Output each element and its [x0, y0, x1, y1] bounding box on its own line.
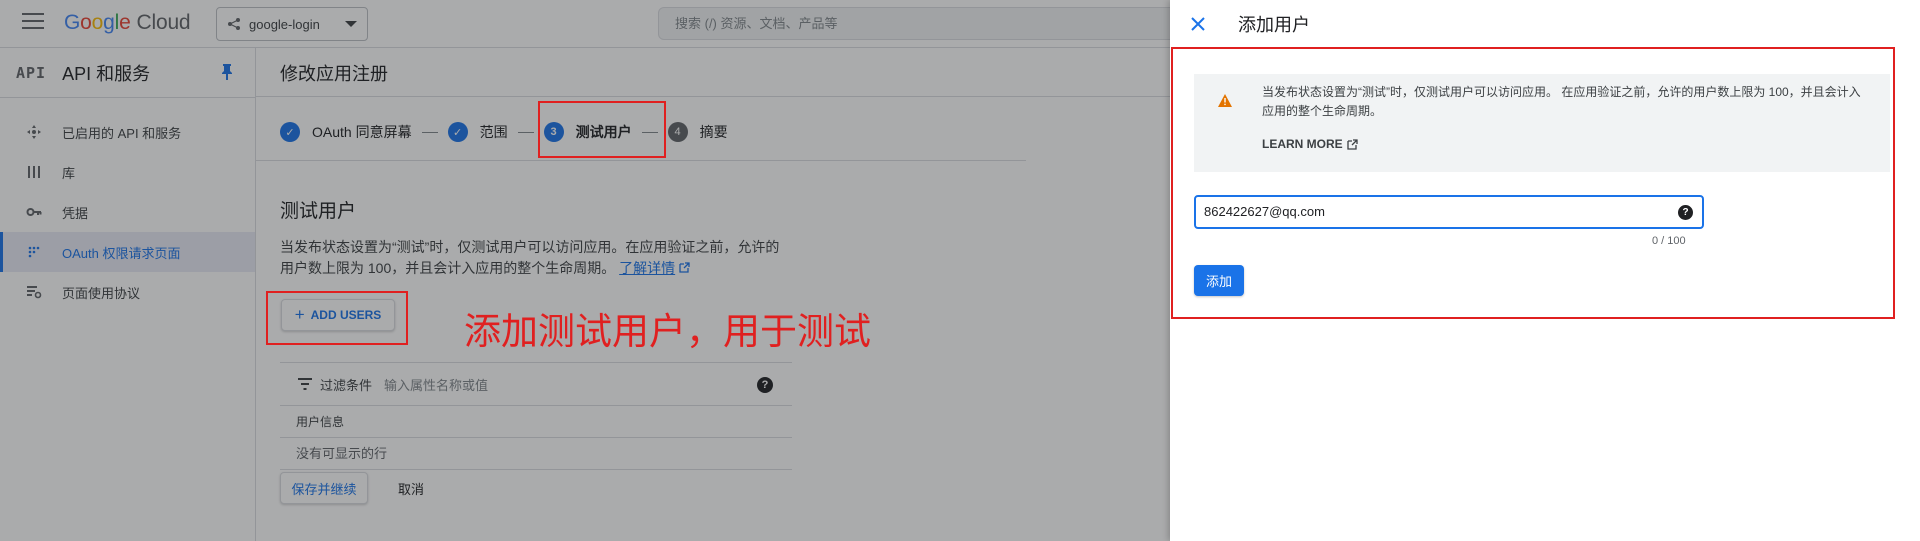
step-label: 测试用户 — [575, 124, 632, 140]
step-label: 范围 — [479, 124, 508, 140]
page-usage-icon — [26, 284, 42, 300]
step-number: 4 — [667, 122, 688, 142]
search-input[interactable]: 搜索 (/) 资源、文档、产品等 — [658, 7, 1198, 40]
main-content: 修改应用注册 ✓ OAuth 同意屏幕 ✓ 范围 3 测试用户 4 摘要 测试用… — [256, 48, 1170, 541]
divider — [256, 96, 1170, 97]
add-users-panel: 添加用户 当发布状态设置为“测试”时，仅测试用户可以访问应用。 在应用验证之前，… — [1170, 0, 1920, 541]
warning-text: 当发布状态设置为“测试”时，仅测试用户可以访问应用。 在应用验证之前，允许的用户… — [1262, 85, 1861, 118]
stepper: ✓ OAuth 同意屏幕 ✓ 范围 3 测试用户 4 摘要 — [280, 116, 728, 148]
check-icon: ✓ — [447, 122, 468, 142]
learn-more-label: LEARN MORE — [1262, 137, 1343, 151]
add-users-button[interactable]: + ADD USERS — [281, 299, 395, 331]
warning-banner: 当发布状态设置为“测试”时，仅测试用户可以访问应用。 在应用验证之前，允许的用户… — [1194, 74, 1890, 172]
filter-input[interactable]: 输入属性名称或值 — [384, 375, 488, 394]
filter-label: 过滤条件 — [320, 377, 373, 393]
sidebar-item-library[interactable]: 库 — [0, 152, 255, 192]
external-link-icon — [679, 262, 690, 273]
sidebar-item-label: 页面使用协议 — [62, 285, 141, 301]
description-text: 当发布状态设置为“测试”时，仅测试用户可以访问应用。在应用验证之前，允许的用户数… — [280, 239, 780, 276]
key-icon — [26, 204, 42, 220]
step-separator — [517, 131, 534, 133]
learn-more-link[interactable]: 了解详情 — [619, 260, 675, 276]
external-link-icon — [1347, 138, 1358, 150]
logo-google-text: Google — [64, 11, 131, 34]
pin-icon[interactable] — [221, 64, 233, 80]
step-test-users[interactable]: 3 测试用户 — [543, 122, 632, 142]
google-cloud-logo[interactable]: Google Cloud — [64, 11, 191, 35]
annotation-text: 添加测试用户，用于测试 — [464, 310, 871, 353]
sidebar: API API 和服务 已启用的 API 和服务 库 凭据 OAuth 权限请求… — [0, 48, 256, 541]
oauth-consent-icon — [26, 244, 42, 260]
close-button[interactable] — [1174, 0, 1222, 48]
sidebar-title: API 和服务 — [62, 63, 151, 84]
api-hub-icon — [26, 124, 42, 140]
sidebar-item-oauth-consent[interactable]: OAuth 权限请求页面 — [0, 232, 255, 272]
step-scopes[interactable]: ✓ 范围 — [447, 122, 508, 142]
help-icon[interactable]: ? — [757, 377, 773, 393]
help-icon[interactable]: ? — [1678, 205, 1693, 220]
logo-cloud-text: Cloud — [136, 11, 191, 34]
step-label: 摘要 — [699, 124, 728, 140]
users-table: 过滤条件 输入属性名称或值 ? 用户信息 没有可显示的行 — [280, 362, 792, 470]
table-empty-row: 没有可显示的行 — [280, 438, 792, 470]
sidebar-header: API API 和服务 — [0, 48, 255, 98]
sidebar-item-label: 已启用的 API 和服务 — [62, 125, 182, 141]
filter-bar[interactable]: 过滤条件 输入属性名称或值 ? — [280, 362, 792, 406]
section-title: 测试用户 — [280, 201, 357, 222]
step-oauth-consent[interactable]: ✓ OAuth 同意屏幕 — [280, 122, 412, 142]
close-icon — [1191, 17, 1205, 31]
sidebar-item-label: 库 — [62, 165, 76, 181]
filter-icon — [298, 378, 312, 390]
hamburger-menu-icon[interactable] — [22, 13, 44, 33]
save-and-continue-button[interactable]: 保存并继续 — [280, 472, 368, 504]
page-title: 修改应用注册 — [280, 64, 388, 84]
project-name: google-login — [249, 16, 320, 32]
api-badge-icon: API — [16, 63, 47, 82]
sidebar-item-label: OAuth 权限请求页面 — [62, 245, 181, 261]
step-separator — [421, 131, 438, 133]
email-field[interactable]: 862422627@qq.com — [1194, 195, 1704, 229]
section-description: 当发布状态设置为“测试”时，仅测试用户可以访问应用。在应用验证之前，允许的用户数… — [280, 237, 790, 279]
project-picker[interactable]: google-login — [216, 7, 368, 41]
divider — [256, 160, 1026, 161]
add-button[interactable]: 添加 — [1194, 265, 1244, 296]
table-header: 用户信息 — [280, 406, 792, 438]
sidebar-item-label: 凭据 — [62, 205, 89, 221]
chevron-down-icon — [345, 21, 357, 27]
step-summary[interactable]: 4 摘要 — [667, 122, 728, 142]
sidebar-item-enabled-apis[interactable]: 已启用的 API 和服务 — [0, 112, 255, 152]
panel-header: 添加用户 — [1170, 0, 1920, 48]
warning-icon — [1218, 94, 1232, 107]
learn-more-link[interactable]: LEARN MORE — [1262, 137, 1358, 151]
plus-icon: + — [294, 305, 305, 324]
step-number: 3 — [543, 122, 564, 142]
library-icon — [26, 164, 42, 180]
project-icon — [228, 18, 240, 30]
panel-title: 添加用户 — [1238, 15, 1310, 35]
sidebar-item-page-usage[interactable]: 页面使用协议 — [0, 272, 255, 312]
sidebar-item-credentials[interactable]: 凭据 — [0, 192, 255, 232]
character-counter: 0 / 100 — [1652, 235, 1686, 247]
cancel-button[interactable]: 取消 — [382, 472, 440, 504]
add-users-label: ADD USERS — [310, 308, 382, 322]
check-icon: ✓ — [280, 122, 300, 142]
step-label: OAuth 同意屏幕 — [312, 124, 412, 140]
step-separator — [641, 131, 658, 133]
